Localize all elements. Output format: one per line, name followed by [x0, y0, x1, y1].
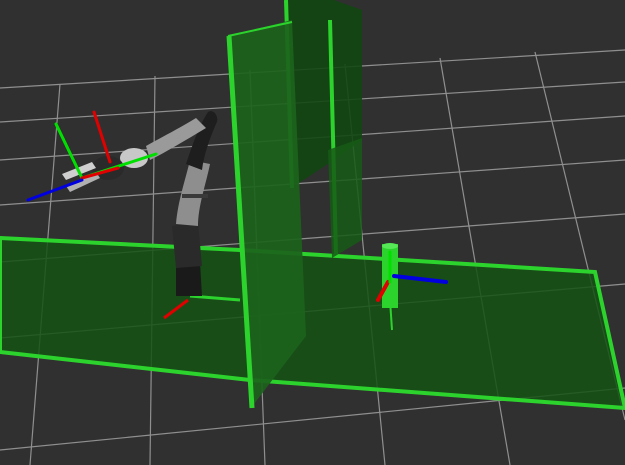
floor-plane[interactable] — [0, 235, 625, 411]
3d-viewport[interactable] — [0, 0, 625, 465]
